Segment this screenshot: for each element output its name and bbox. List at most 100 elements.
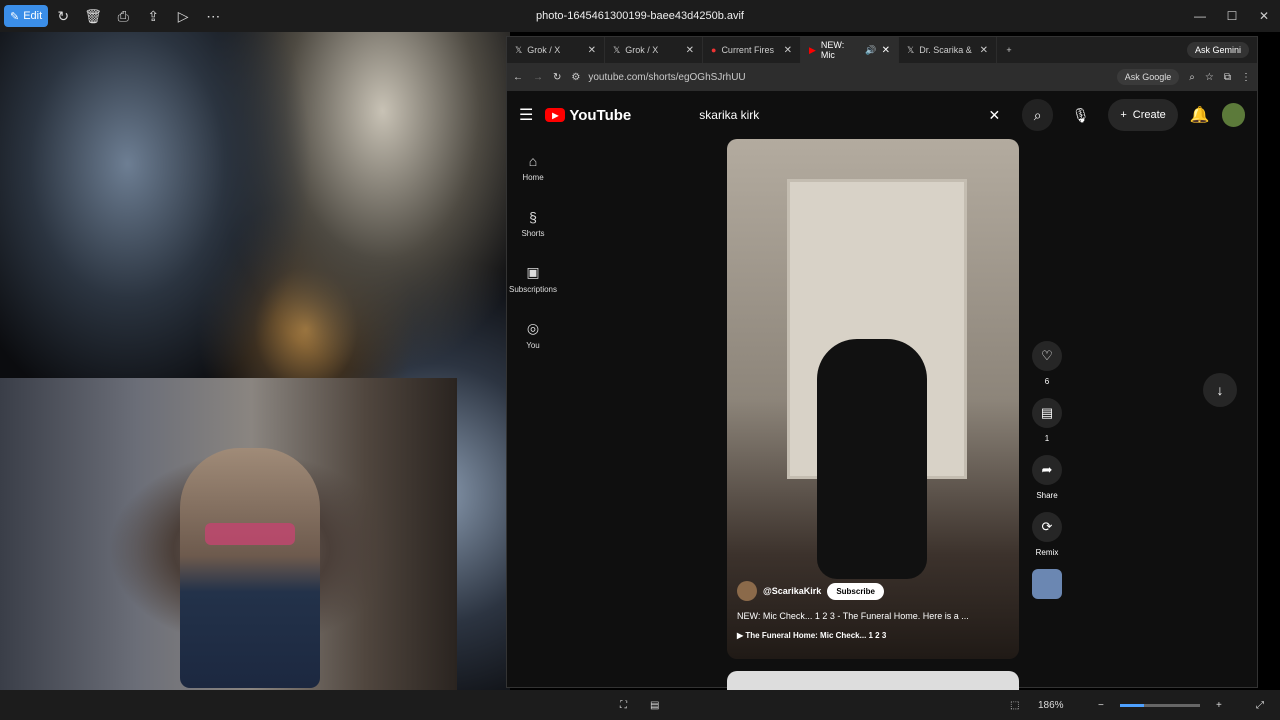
create-label: Create (1132, 109, 1166, 121)
sidebar-item-label: Home (522, 172, 544, 182)
reload-icon[interactable]: ↻ (553, 72, 561, 83)
youtube-logo[interactable]: ▶ YouTube (545, 107, 631, 124)
comment-count: 1 (1044, 434, 1050, 443)
tab-label: Current Fires (721, 45, 774, 55)
forward-icon[interactable]: → (533, 72, 543, 83)
extensions-icon[interactable]: ⧉ (1224, 72, 1231, 83)
next-video-button[interactable]: ↓ (1203, 373, 1237, 407)
home-icon: ⌂ (528, 152, 538, 169)
bookmark-icon[interactable]: ☆ (1205, 72, 1214, 83)
fullscreen-icon[interactable]: ⤢ (1256, 700, 1264, 711)
share-icon: ➦ (1032, 455, 1062, 485)
url-text: youtube.com/shorts/egOGhSJrhUU (588, 71, 746, 83)
ask-gemini-button[interactable]: Ask Gemini (1186, 42, 1249, 58)
search-icon[interactable]: ⌕ (1022, 99, 1054, 131)
print-icon[interactable]: ⎙ (108, 0, 138, 32)
address-bar[interactable]: ⚙ youtube.com/shorts/egOGhSJrhUU (571, 72, 1106, 83)
x-logo-icon: 𝕏 (515, 44, 523, 55)
sidebar-item-label: Subscriptions (508, 285, 558, 294)
tab-close-icon[interactable]: ✕ (588, 45, 596, 56)
edit-icon: ✎ (10, 10, 20, 23)
tab-current-fires[interactable]: ● Current Fires ✕ (703, 37, 801, 63)
delete-icon[interactable]: 🗑 (78, 0, 108, 32)
video-figure (817, 339, 927, 579)
minimize-icon[interactable]: — (1184, 0, 1216, 32)
plus-icon: + (1120, 109, 1127, 121)
edit-button[interactable]: ✎ Edit (4, 5, 49, 27)
slideshow-icon[interactable]: ▷ (168, 0, 198, 32)
shorts-video[interactable]: @ScarikaKirk Subscribe NEW: Mic Check...… (727, 139, 1019, 659)
tab-close-icon[interactable]: ✕ (784, 45, 792, 56)
info-icon[interactable]: ▤ (650, 700, 659, 711)
sound-thumbnail[interactable] (1032, 569, 1062, 599)
tab-label: Dr. Scarika & (919, 45, 972, 55)
new-tab-icon[interactable]: + (997, 45, 1021, 55)
video-title[interactable]: NEW: Mic Check... 1 2 3 - The Funeral Ho… (737, 611, 1007, 621)
zoom-out-icon[interactable]: − (1098, 700, 1104, 711)
channel-name[interactable]: @ScarikaKirk (763, 586, 821, 596)
channel-avatar[interactable] (737, 581, 757, 601)
x-logo-icon: 𝕏 (613, 44, 621, 55)
share-icon[interactable]: ⇪ (138, 0, 168, 32)
microphone-icon[interactable]: 🎙 (1065, 99, 1096, 131)
youtube-page: ☰ ▶ YouTube skarika kirk ✕ ⌕ 🎙 + Create 🔔 ⌂… (507, 91, 1257, 691)
tab-label: Grok / X (527, 45, 561, 55)
ask-google-button[interactable]: Ask Google (1116, 69, 1180, 85)
maximize-icon[interactable]: ☐ (1216, 0, 1248, 32)
tab-youtube[interactable]: ▶ NEW: Mic 🔊 ✕ (801, 37, 899, 63)
comments-button[interactable]: ▤ 1 (1032, 398, 1062, 443)
playlist-link[interactable]: ▶ The Funeral Home: Mic Check... 1 2 3 (737, 631, 1007, 640)
audio-icon[interactable]: 🔊 (865, 45, 876, 56)
close-icon[interactable]: ✕ (1248, 0, 1280, 32)
webcam-person (180, 448, 320, 688)
tab-close-icon[interactable]: ✕ (882, 45, 890, 56)
zoom-level[interactable]: 186% (1038, 700, 1064, 711)
tab-grok-1[interactable]: 𝕏 Grok / X ✕ (507, 37, 605, 63)
more-icon[interactable]: ⋯ (198, 0, 228, 32)
subscribe-button[interactable]: Subscribe (827, 582, 884, 600)
actual-size-icon[interactable]: ⬚ (1010, 700, 1019, 711)
tab-grok-2[interactable]: 𝕏 Grok / X ✕ (605, 37, 703, 63)
sidebar-item-you[interactable]: ◎ You (507, 307, 559, 363)
back-icon[interactable]: ← (513, 72, 523, 83)
search-input[interactable]: skarika kirk ✕ (689, 99, 1010, 131)
avatar[interactable] (1221, 103, 1245, 127)
playlist-label: The Funeral Home: Mic Check... 1 2 3 (745, 631, 887, 640)
logo-text: YouTube (569, 106, 632, 124)
you-icon: ◎ (526, 320, 540, 336)
youtube-header: ☰ ▶ YouTube skarika kirk ✕ ⌕ 🎙 + Create 🔔 (507, 91, 1257, 139)
like-count: 6 (1044, 377, 1050, 386)
tab-label: NEW: Mic (820, 40, 845, 60)
fit-icon[interactable]: ⛶ (620, 700, 627, 711)
like-button[interactable]: ♡ 6 (1032, 341, 1062, 386)
sidebar-item-subscriptions[interactable]: ▣ Subscriptions (507, 251, 559, 307)
zoom-in-icon[interactable]: + (1216, 700, 1222, 711)
tab-close-icon[interactable]: ✕ (980, 45, 988, 56)
sidebar: ⌂ Home § Shorts ▣ Subscriptions ◎ You (507, 139, 559, 363)
tab-close-icon[interactable]: ✕ (686, 45, 694, 56)
notifications-icon[interactable]: 🔔 (1190, 105, 1210, 125)
sidebar-item-label: Shorts (521, 228, 545, 238)
sidebar-item-home[interactable]: ⌂ Home (507, 139, 559, 195)
menu-icon[interactable]: ⋮ (1241, 72, 1251, 83)
hamburger-icon[interactable]: ☰ (519, 105, 533, 125)
clear-search-icon[interactable]: ✕ (988, 107, 1000, 124)
tab-dr-scarika[interactable]: 𝕏 Dr. Scarika & ✕ (899, 37, 997, 63)
sidebar-item-shorts[interactable]: § Shorts (507, 195, 559, 251)
rotate-icon[interactable]: ↻ (48, 0, 78, 32)
zoom-icon[interactable]: ⌕ (1189, 72, 1195, 83)
create-button[interactable]: + Create (1108, 99, 1178, 131)
zoom-slider[interactable] (1120, 704, 1200, 707)
remix-icon: ⟳ (1032, 512, 1062, 542)
video-metadata: @ScarikaKirk Subscribe NEW: Mic Check...… (737, 581, 1007, 640)
share-button[interactable]: ➦ Share (1032, 455, 1062, 500)
site-info-icon[interactable]: ⚙ (571, 72, 580, 83)
fire-icon: ● (711, 45, 717, 55)
heart-icon: ♡ (1032, 341, 1062, 371)
subscriptions-icon: ▣ (526, 264, 540, 280)
webcam-feed (0, 378, 457, 690)
remix-button[interactable]: ⟳ Remix (1032, 512, 1062, 557)
webcam-glasses (205, 523, 295, 545)
youtube-icon: ▶ (809, 44, 816, 55)
x-logo-icon: 𝕏 (907, 44, 915, 55)
